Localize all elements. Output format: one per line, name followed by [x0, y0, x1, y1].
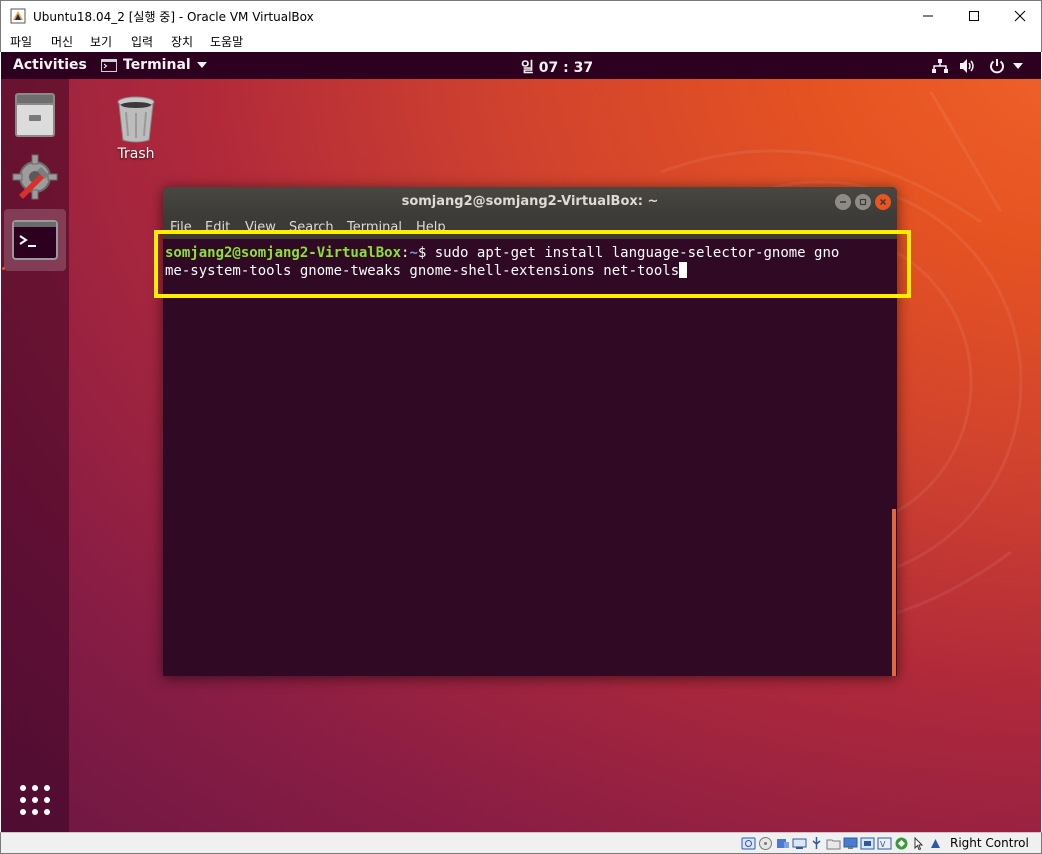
- usb-icon[interactable]: [809, 836, 824, 851]
- menu-file[interactable]: 파일: [10, 33, 32, 50]
- terminal-icon: [12, 220, 58, 260]
- dock: [1, 79, 69, 832]
- audio-icon[interactable]: [775, 836, 790, 851]
- minimize-icon: [840, 201, 846, 203]
- trash-label: Trash: [117, 146, 155, 162]
- menu-input[interactable]: 입력: [131, 33, 153, 50]
- active-indicator: [2, 267, 5, 270]
- desktop-trash[interactable]: Trash: [111, 96, 161, 162]
- vm-screen[interactable]: Activities Terminal 일 07 : 37 Trash somj…: [1, 52, 1041, 832]
- recording-icon[interactable]: [860, 836, 875, 851]
- network-icon: [932, 59, 948, 73]
- menu-machine[interactable]: 머신: [51, 33, 73, 50]
- network-indicator[interactable]: [931, 57, 949, 75]
- close-icon: [879, 198, 887, 206]
- shared-folder-icon[interactable]: [826, 836, 841, 851]
- terminal-maximize-button[interactable]: [855, 194, 871, 210]
- svg-text:V: V: [880, 840, 886, 849]
- maximize-icon: [859, 198, 867, 206]
- terminal-titlebar[interactable]: somjang2@somjang2-VirtualBox: ~: [163, 187, 897, 217]
- app-menu[interactable]: Terminal: [101, 57, 207, 73]
- terminal-close-button[interactable]: [875, 194, 891, 210]
- optical-drive-icon[interactable]: [758, 836, 773, 851]
- close-button[interactable]: [997, 1, 1042, 31]
- activities-button[interactable]: Activities: [13, 57, 87, 73]
- host-statusbar: V Right Control: [0, 832, 1042, 854]
- terminal-small-icon: [101, 58, 117, 72]
- volume-icon: [960, 59, 974, 73]
- app-menu-label: Terminal: [123, 57, 191, 73]
- keyboard-capture-icon[interactable]: [928, 836, 943, 851]
- host-window-title: Ubuntu18.04_2 [실행 중] - Oracle VM Virtual…: [33, 10, 314, 24]
- maximize-button[interactable]: [951, 1, 997, 31]
- display-icon[interactable]: [843, 836, 858, 851]
- terminal-scrollbar[interactable]: [892, 509, 896, 676]
- status-icons: V: [741, 836, 943, 851]
- dock-item-settings[interactable]: [4, 146, 66, 208]
- network-adapter-icon[interactable]: [792, 836, 807, 851]
- show-applications-button[interactable]: [4, 769, 66, 831]
- trash-icon: [117, 96, 155, 143]
- host-key-label: Right Control: [950, 836, 1029, 850]
- minimize-button[interactable]: [905, 1, 951, 31]
- file-cabinet-icon: [15, 93, 55, 137]
- grid-icon: [20, 785, 50, 815]
- guest-additions-icon[interactable]: [894, 836, 909, 851]
- gnome-top-panel: Activities Terminal 일 07 : 37: [1, 52, 1041, 79]
- volume-indicator[interactable]: [959, 57, 977, 75]
- menu-help[interactable]: 도움말: [210, 33, 243, 50]
- mouse-integration-icon[interactable]: [911, 836, 926, 851]
- menu-view[interactable]: 보기: [90, 33, 112, 50]
- terminal-minimize-button[interactable]: [835, 194, 851, 210]
- virtualization-icon[interactable]: V: [877, 836, 892, 851]
- minimize-icon: [923, 15, 933, 17]
- gear-icon: [12, 154, 58, 200]
- terminal-title: somjang2@somjang2-VirtualBox: ~: [401, 194, 659, 209]
- menu-devices[interactable]: 장치: [171, 33, 193, 50]
- host-titlebar: Ubuntu18.04_2 [실행 중] - Oracle VM Virtual…: [0, 0, 1042, 30]
- terminal-output[interactable]: somjang2@somjang2-VirtualBox:~$ sudo apt…: [163, 239, 897, 676]
- hard-disk-icon[interactable]: [741, 836, 756, 851]
- virtualbox-icon: [10, 8, 26, 24]
- chevron-down-icon: [1013, 63, 1023, 69]
- maximize-icon: [969, 11, 979, 21]
- dock-item-terminal[interactable]: [4, 209, 66, 271]
- host-menubar: 파일 머신 보기 입력 장치 도움말: [0, 30, 1042, 52]
- command-highlight-box: [154, 230, 911, 298]
- system-menu[interactable]: [989, 57, 1023, 75]
- power-icon: [990, 59, 1004, 74]
- clock[interactable]: 일 07 : 37: [521, 57, 593, 77]
- close-icon: [1014, 10, 1026, 22]
- chevron-down-icon: [196, 62, 207, 68]
- dock-item-files[interactable]: [4, 84, 66, 146]
